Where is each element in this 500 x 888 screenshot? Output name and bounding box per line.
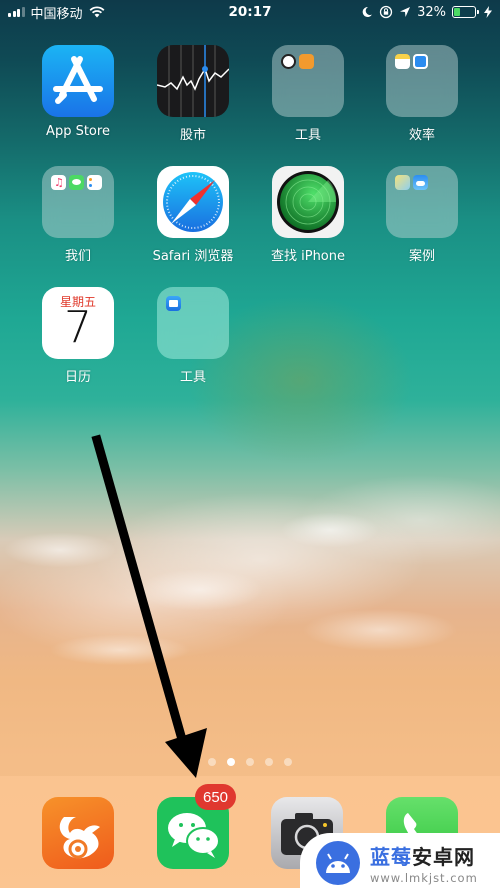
weather-icon xyxy=(413,175,428,190)
charging-bolt-icon xyxy=(484,6,492,18)
messages-icon xyxy=(69,175,84,190)
folder-icon xyxy=(157,287,229,359)
carrier-label: 中国移动 xyxy=(30,6,83,22)
watermark: 蓝莓安卓网 www.lmkjst.com xyxy=(300,833,500,888)
calendar-icon: 星期五 7 xyxy=(42,287,114,359)
battery-icon xyxy=(452,6,479,18)
app-label: App Store xyxy=(46,124,110,139)
app-label: 案例 xyxy=(408,249,435,264)
app-label: 股市 xyxy=(179,128,206,143)
stocks-icon xyxy=(157,45,229,117)
app-calendar[interactable]: 星期五 7 日历 xyxy=(23,287,133,385)
app-label: 查找 iPhone xyxy=(270,249,345,264)
app-app-store[interactable]: App Store xyxy=(23,45,133,139)
app-safari[interactable]: Safari 浏览器 xyxy=(138,166,248,264)
folder-tools-2[interactable]: 工具 xyxy=(138,287,248,385)
folder-icon xyxy=(386,45,458,117)
uc-browser-icon xyxy=(59,817,100,859)
page-dot[interactable] xyxy=(284,758,292,766)
folder-icon xyxy=(272,45,344,117)
rotation-lock-icon xyxy=(379,5,393,19)
files-icon xyxy=(413,54,428,69)
folder-icon: ♫ xyxy=(42,166,114,238)
page-dot[interactable] xyxy=(246,758,254,766)
app-label: 工具 xyxy=(179,370,206,385)
status-bar: 中国移动 20:17 32% xyxy=(0,0,500,24)
watermark-url: www.lmkjst.com xyxy=(370,871,478,885)
app-label: 效率 xyxy=(408,128,435,143)
app-store-icon xyxy=(42,45,114,117)
battery-percent: 32% xyxy=(417,4,446,20)
page-indicator[interactable] xyxy=(0,758,500,766)
watermark-title: 蓝莓安卓网 xyxy=(370,845,475,869)
books-icon xyxy=(299,54,314,69)
android-logo-icon xyxy=(316,841,360,885)
page-dot[interactable] xyxy=(265,758,273,766)
wifi-icon xyxy=(89,6,104,18)
location-arrow-icon xyxy=(400,7,411,17)
app-find-iphone[interactable]: 查找 iPhone xyxy=(253,166,363,264)
notes-icon xyxy=(395,54,410,69)
folder-cases[interactable]: 案例 xyxy=(367,166,477,264)
dock-uc-browser[interactable] xyxy=(42,797,114,869)
clock-time: 20:17 xyxy=(228,4,272,20)
do-not-disturb-moon-icon xyxy=(362,6,373,17)
calendar-day: 7 xyxy=(64,302,92,353)
battery-fill xyxy=(454,8,461,16)
clock-icon xyxy=(281,54,296,69)
notification-badge: 650 xyxy=(195,784,237,810)
app-label: 工具 xyxy=(294,128,321,143)
app-label: 我们 xyxy=(64,249,91,264)
app-stocks[interactable]: 股市 xyxy=(138,45,248,143)
folder-us[interactable]: ♫ 我们 xyxy=(23,166,133,264)
find-iphone-icon xyxy=(272,166,344,238)
app-label: 日历 xyxy=(64,370,91,385)
music-icon: ♫ xyxy=(51,175,66,190)
safari-icon xyxy=(157,166,229,238)
page-dot[interactable] xyxy=(208,758,216,766)
page-dot-active[interactable] xyxy=(227,758,235,766)
folder-productivity[interactable]: 效率 xyxy=(367,45,477,143)
mail-icon xyxy=(166,296,181,311)
maps-icon xyxy=(395,175,410,190)
reminders-icon xyxy=(87,175,102,190)
folder-tools[interactable]: 工具 xyxy=(253,45,363,143)
folder-icon xyxy=(386,166,458,238)
app-label: Safari 浏览器 xyxy=(152,249,234,264)
signal-icon xyxy=(8,7,25,17)
